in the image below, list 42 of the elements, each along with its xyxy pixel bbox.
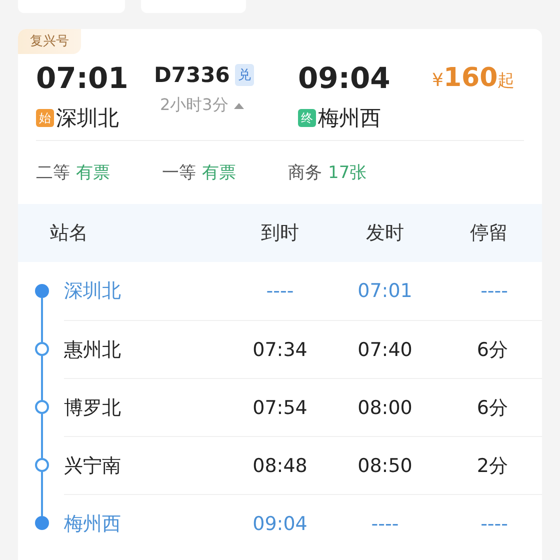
seat-availability: 有票 bbox=[76, 162, 110, 184]
exchange-badge: 兑 bbox=[234, 64, 254, 86]
table-cell-text: ---- bbox=[480, 512, 508, 534]
column-header: 发时 bbox=[365, 221, 405, 246]
table-cell-text: 07:01 bbox=[356, 280, 414, 302]
seat-class: 一等 bbox=[162, 162, 196, 184]
table-cell-text: 08:48 bbox=[252, 454, 308, 476]
departure-time: 07:01 bbox=[36, 60, 130, 96]
table-cell-text: 08:00 bbox=[356, 396, 414, 418]
seat-availability: 17张 bbox=[328, 162, 367, 184]
price: ¥160起 bbox=[432, 62, 515, 95]
table-cell-text: ---- bbox=[370, 512, 400, 534]
train-type-tag: 复兴号 bbox=[18, 29, 81, 54]
column-header: 停留 bbox=[469, 221, 508, 246]
station-name: 梅州西 bbox=[64, 512, 122, 536]
arrival-station: 梅州西 bbox=[318, 105, 381, 132]
train-number: D7336 bbox=[154, 63, 230, 87]
seat-availability: 有票 bbox=[202, 162, 236, 184]
start-badge: 始 bbox=[36, 109, 54, 127]
table-cell-text: ---- bbox=[480, 280, 508, 302]
column-header: 站名 bbox=[50, 221, 89, 246]
table-cell-text: 09:04 bbox=[252, 512, 308, 534]
station-name: 兴宁南 bbox=[64, 454, 122, 478]
departure-station: 深圳北 bbox=[56, 105, 119, 132]
table-cell-text: 6分 bbox=[476, 338, 508, 362]
table-cell-text: 07:34 bbox=[252, 338, 308, 360]
arrival-time: 09:04 bbox=[298, 60, 392, 96]
table-cell-text: 08:50 bbox=[356, 454, 414, 476]
table-cell-text: 6分 bbox=[476, 396, 508, 420]
column-header: 到时 bbox=[260, 221, 300, 246]
station-name: 惠州北 bbox=[64, 338, 122, 362]
seat-class: 二等 bbox=[36, 162, 70, 184]
table-cell-text: 2分 bbox=[476, 454, 508, 478]
table-cell-text: 07:54 bbox=[252, 396, 308, 418]
table-cell-text: ---- bbox=[265, 280, 295, 302]
end-badge: 终 bbox=[298, 109, 316, 127]
station-name: 博罗北 bbox=[64, 396, 122, 420]
station-name: 深圳北 bbox=[64, 279, 122, 304]
caret-icon bbox=[233, 102, 246, 110]
table-cell-text: 07:40 bbox=[356, 338, 414, 360]
seat-class: 商务 bbox=[288, 162, 322, 184]
duration-toggle[interactable]: 2小时3分 bbox=[154, 95, 246, 116]
